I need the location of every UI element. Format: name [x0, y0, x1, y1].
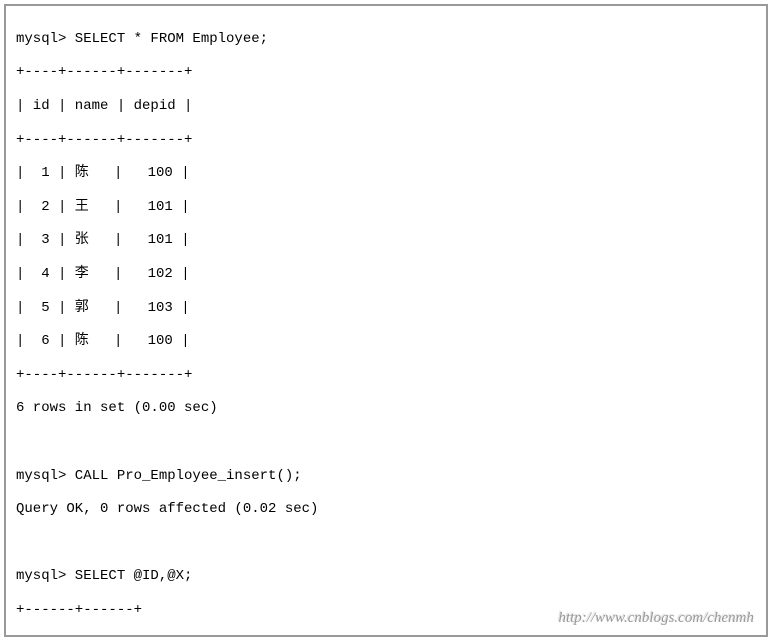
- table-separator: +----+------+-------+: [16, 64, 756, 81]
- table-row: | 6 | 陈 | 100 |: [16, 333, 756, 350]
- blank-line: [16, 434, 756, 451]
- query-line: mysql> SELECT @ID,@X;: [16, 568, 756, 585]
- call-statement: mysql> CALL Pro_Employee_insert();: [16, 468, 756, 485]
- table-row: | 3 | 张 | 101 |: [16, 232, 756, 249]
- table-row: | 1 | 陈 | 100 |: [16, 165, 756, 182]
- blank-line: [16, 535, 756, 552]
- table-separator: +----+------+-------+: [16, 367, 756, 384]
- query-line: mysql> SELECT * FROM Employee;: [16, 31, 756, 48]
- table-row: | 5 | 郭 | 103 |: [16, 300, 756, 317]
- table-header: | @ID | @X |: [16, 635, 756, 637]
- table-header: | id | name | depid |: [16, 98, 756, 115]
- table-row: | 4 | 李 | 102 |: [16, 266, 756, 283]
- table-separator: +----+------+-------+: [16, 132, 756, 149]
- mysql-terminal: mysql> SELECT * FROM Employee; +----+---…: [4, 4, 768, 637]
- call-result: Query OK, 0 rows affected (0.02 sec): [16, 501, 756, 518]
- table-row: | 2 | 王 | 101 |: [16, 199, 756, 216]
- table-separator: +------+------+: [16, 602, 756, 619]
- result-summary: 6 rows in set (0.00 sec): [16, 400, 756, 417]
